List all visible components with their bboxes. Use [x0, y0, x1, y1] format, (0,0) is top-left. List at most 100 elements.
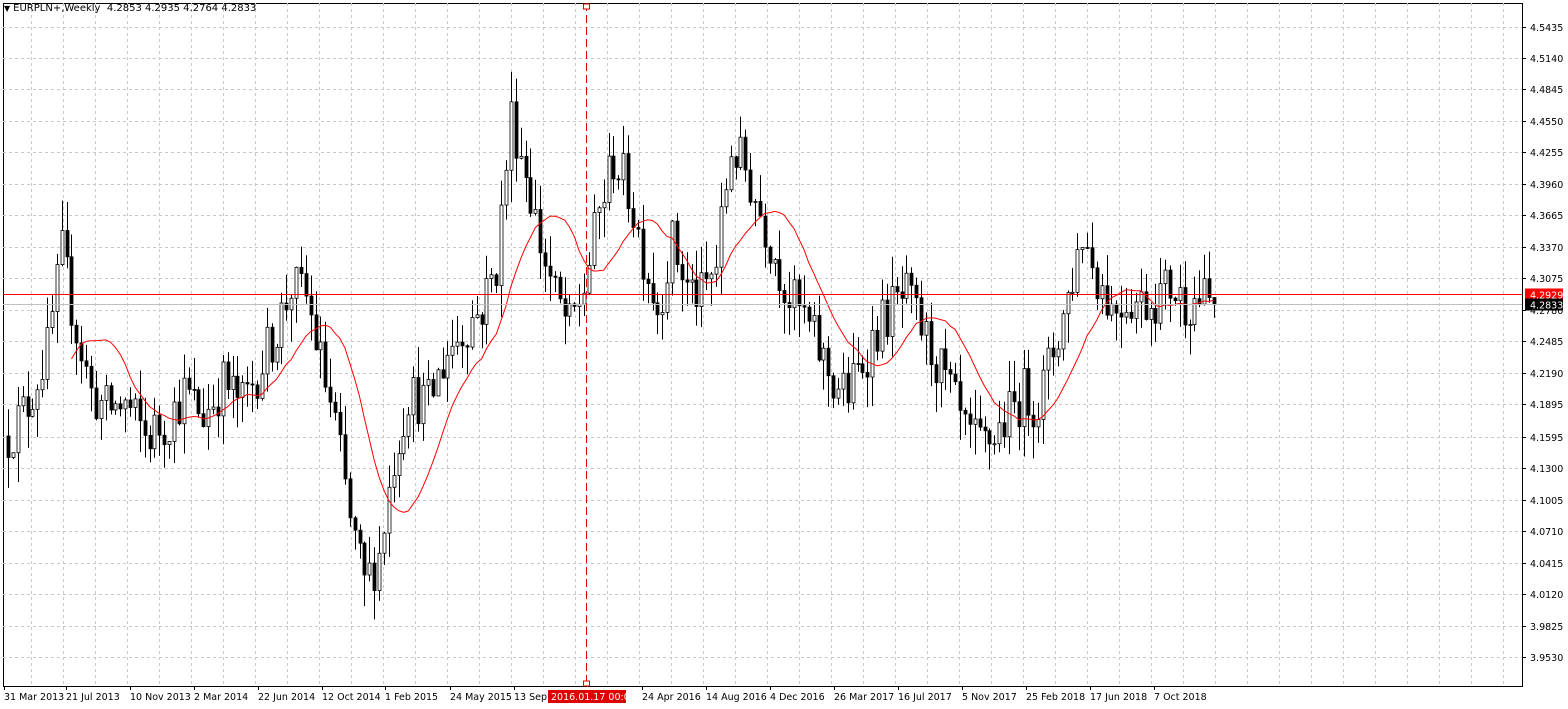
- candle-body: [113, 403, 118, 411]
- y-tick-label: 3.9530: [1530, 653, 1563, 664]
- candle-body: [1119, 312, 1124, 318]
- candle-body: [441, 369, 446, 379]
- candle-body: [797, 279, 802, 307]
- candle-body: [939, 348, 944, 384]
- symbol-label: EURPLN+,Weekly: [13, 3, 101, 14]
- candle-body: [94, 387, 99, 419]
- candle-body: [148, 434, 153, 450]
- candle-body: [416, 377, 421, 425]
- candle-body: [519, 155, 524, 159]
- candle-body: [714, 266, 719, 275]
- y-tick-label: 4.4255: [1530, 148, 1563, 159]
- y-tick-label: 4.5140: [1530, 54, 1563, 65]
- candle-body: [978, 418, 983, 428]
- candle-body: [167, 441, 172, 446]
- candle-body: [953, 373, 958, 383]
- candle-body: [607, 155, 612, 203]
- candle-body: [616, 178, 621, 181]
- candle-body: [35, 389, 40, 410]
- crosshair-handle-top[interactable]: [583, 3, 590, 10]
- candle-body: [26, 396, 31, 417]
- candle-body: [304, 273, 309, 297]
- y-tick-label: 4.2190: [1530, 369, 1563, 380]
- candle-body: [934, 364, 939, 384]
- candle-body: [16, 405, 21, 454]
- x-tick-label: 17 Jun 2018: [1090, 692, 1147, 703]
- candle-body: [128, 399, 133, 408]
- candle-body: [563, 298, 568, 317]
- candle-body: [948, 369, 953, 375]
- candle-body: [1192, 298, 1197, 325]
- candle-body: [123, 399, 128, 410]
- candle-body: [172, 401, 177, 442]
- candle-body: [860, 363, 865, 373]
- candle-body: [782, 290, 787, 303]
- candle-body: [1149, 308, 1154, 320]
- x-tick-label: 2 Mar 2014: [194, 692, 248, 703]
- candle-body: [680, 264, 685, 281]
- y-tick-label: 4.1595: [1530, 433, 1563, 444]
- y-tick-label: 4.5435: [1530, 23, 1563, 34]
- candle-body: [694, 279, 699, 307]
- candle-body: [792, 279, 797, 309]
- candle-body: [528, 177, 533, 214]
- x-tick-label: 21 Jul 2013: [66, 692, 120, 703]
- candle-body: [265, 326, 270, 375]
- y-tick-label: 4.3370: [1530, 243, 1563, 254]
- candle-body: [279, 302, 284, 348]
- candle-body: [753, 201, 758, 203]
- x-tick-label: 7 Oct 2018: [1154, 692, 1207, 703]
- y-tick-label: 4.2485: [1530, 337, 1563, 348]
- candle-body: [1163, 269, 1168, 285]
- x-tick-label: 10 Nov 2013: [130, 692, 191, 703]
- candle-body: [987, 430, 992, 445]
- candle-body: [182, 377, 187, 425]
- candle-body: [543, 252, 548, 267]
- candle-body: [494, 274, 499, 286]
- candle-body: [421, 384, 426, 425]
- candle-body: [851, 363, 856, 404]
- candle-body: [1129, 311, 1134, 319]
- candle-body: [475, 314, 480, 318]
- candle-body: [909, 272, 914, 286]
- x-tick-label: 26 Mar 2017: [834, 692, 894, 703]
- y-tick-label: 4.1895: [1530, 400, 1563, 411]
- candle-body: [338, 412, 343, 436]
- dropdown-triangle-icon[interactable]: ▼: [4, 4, 10, 13]
- candle-body: [1066, 292, 1071, 315]
- candle-body: [651, 283, 656, 304]
- candle-body: [30, 408, 35, 417]
- candle-body: [880, 299, 885, 352]
- candle-body: [60, 230, 65, 265]
- candle-body: [846, 372, 851, 404]
- candle-body: [74, 324, 79, 344]
- candle-body: [118, 403, 123, 410]
- candle-body: [445, 354, 450, 379]
- candle-body: [865, 372, 870, 378]
- candle-body: [787, 302, 792, 309]
- candle-body: [895, 286, 900, 293]
- candle-body: [626, 153, 631, 209]
- candle-body: [436, 369, 441, 397]
- candle-body: [690, 279, 695, 283]
- candle-body: [1012, 391, 1017, 403]
- y-tick-label: 4.1300: [1530, 464, 1563, 475]
- candle-body: [392, 475, 397, 488]
- candle-body: [89, 365, 94, 389]
- candle-body: [406, 414, 411, 437]
- candle-body: [748, 169, 753, 203]
- candle-body: [831, 375, 836, 399]
- candle-body: [963, 409, 968, 415]
- ohlc-values: 4.2853 4.2935 4.2764 4.2833: [106, 3, 257, 14]
- candle-body: [69, 256, 74, 326]
- candle-body: [152, 414, 157, 450]
- candle-body: [1114, 303, 1119, 314]
- candle-body: [1031, 414, 1036, 428]
- candle-body: [235, 375, 240, 398]
- candlestick-chart[interactable]: 4.5435 4.5140 4.4845 4.4550 4.4255 4.3960 4.36…: [0, 0, 1568, 709]
- candle-body: [143, 420, 148, 436]
- candle-body: [943, 348, 948, 371]
- candle-body: [675, 220, 680, 265]
- crosshair-handle-bottom[interactable]: [583, 680, 590, 687]
- candle-body: [611, 155, 616, 180]
